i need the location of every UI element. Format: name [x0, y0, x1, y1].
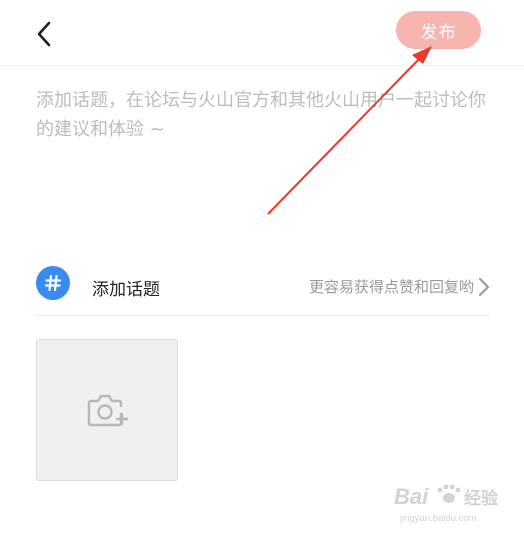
add-topic-label: 添加话题 — [92, 280, 160, 300]
topic-hint-text: 更容易获得点赞和回复哟 — [308, 278, 474, 296]
publish-button[interactable]: 发布 — [396, 11, 481, 49]
back-button[interactable] — [28, 14, 60, 54]
svg-text:经验: 经验 — [464, 488, 499, 509]
add-photo-button[interactable] — [36, 339, 178, 481]
baidu-watermark-logo: Bai 经验 jingyan.baidu.com — [394, 484, 499, 524]
chevron-right-icon — [478, 277, 490, 297]
add-topic-row[interactable]: 添加话题 更容易获得点赞和回复哟 — [36, 258, 490, 316]
top-bar: 发布 — [0, 0, 524, 66]
post-content-input[interactable] — [36, 86, 488, 226]
camera-plus-icon — [87, 394, 128, 427]
hashtag-icon — [36, 266, 70, 300]
post-editor-screen: 发布 添加话题 更容易获得点赞和回复哟 — [0, 0, 524, 538]
svg-text:jingyan.baidu.com: jingyan.baidu.com — [399, 513, 477, 524]
chevron-left-icon — [37, 21, 51, 47]
svg-text:Bai: Bai — [394, 484, 429, 509]
